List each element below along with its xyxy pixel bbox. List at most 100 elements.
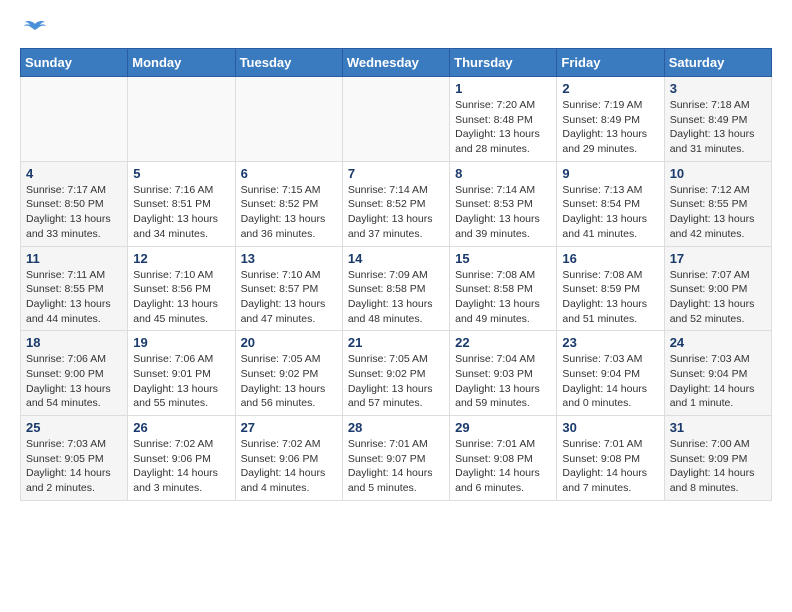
day-number: 21 — [348, 335, 444, 350]
day-number: 9 — [562, 166, 658, 181]
calendar-cell: 8Sunrise: 7:14 AMSunset: 8:53 PMDaylight… — [450, 161, 557, 246]
day-info: Sunrise: 7:05 AMSunset: 9:02 PMDaylight:… — [348, 352, 444, 411]
calendar-cell: 11 Sunrise: 7:11 AMSunset: 8:55 PMDayligh… — [21, 246, 128, 331]
day-number: 3 — [670, 81, 766, 96]
day-number: 27 — [241, 420, 337, 435]
calendar-week-row: 4Sunrise: 7:17 AMSunset: 8:50 PMDaylight… — [21, 161, 772, 246]
calendar-cell: 4Sunrise: 7:17 AMSunset: 8:50 PMDaylight… — [21, 161, 128, 246]
day-info: Sunrise: 7:20 AMSunset: 8:48 PMDaylight:… — [455, 98, 551, 157]
day-number: 22 — [455, 335, 551, 350]
day-number: 11 — [26, 251, 122, 266]
calendar-cell: 28Sunrise: 7:01 AMSunset: 9:07 PMDayligh… — [342, 416, 449, 501]
calendar-cell: 20 Sunrise: 7:05 AMSunset: 9:02 PMDayligh… — [235, 331, 342, 416]
calendar-cell — [21, 77, 128, 162]
day-info: Sunrise: 7:10 AMSunset: 8:56 PMDaylight:… — [133, 268, 229, 327]
day-number: 19 — [133, 335, 229, 350]
calendar-cell: 31 Sunrise: 7:00 AMSunset: 9:09 PMDayligh… — [664, 416, 771, 501]
calendar-cell: 23Sunrise: 7:03 AMSunset: 9:04 PMDayligh… — [557, 331, 664, 416]
calendar-cell: 29Sunrise: 7:01 AMSunset: 9:08 PMDayligh… — [450, 416, 557, 501]
calendar-week-row: 11 Sunrise: 7:11 AMSunset: 8:55 PMDayligh… — [21, 246, 772, 331]
calendar-header-row: Sunday Monday Tuesday Wednesday Thursday… — [21, 49, 772, 77]
day-info: Sunrise: 7:14 AMSunset: 8:53 PMDaylight:… — [455, 183, 551, 242]
calendar-cell: 18 Sunrise: 7:06 AMSunset: 9:00 PMDayligh… — [21, 331, 128, 416]
calendar-cell: 30 Sunrise: 7:01 AMSunset: 9:08 PMDayligh… — [557, 416, 664, 501]
day-number: 23 — [562, 335, 658, 350]
day-number: 28 — [348, 420, 444, 435]
calendar-cell — [235, 77, 342, 162]
day-number: 6 — [241, 166, 337, 181]
day-number: 18 — [26, 335, 122, 350]
day-number: 5 — [133, 166, 229, 181]
day-info: Sunrise: 7:12 AMSunset: 8:55 PMDaylight:… — [670, 183, 766, 242]
day-info: Sunrise: 7:08 AMSunset: 8:58 PMDaylight:… — [455, 268, 551, 327]
day-info: Sunrise: 7:02 AMSunset: 9:06 PMDaylight:… — [241, 437, 337, 496]
calendar-week-row: 18 Sunrise: 7:06 AMSunset: 9:00 PMDayligh… — [21, 331, 772, 416]
day-number: 12 — [133, 251, 229, 266]
calendar-cell: 1 Sunrise: 7:20 AMSunset: 8:48 PMDaylight… — [450, 77, 557, 162]
day-number: 1 — [455, 81, 551, 96]
col-tuesday: Tuesday — [235, 49, 342, 77]
day-info: Sunrise: 7:06 AMSunset: 9:00 PMDaylight:… — [26, 352, 122, 411]
calendar-week-row: 25 Sunrise: 7:03 AMSunset: 9:05 PMDayligh… — [21, 416, 772, 501]
calendar-cell: 15 Sunrise: 7:08 AMSunset: 8:58 PMDayligh… — [450, 246, 557, 331]
day-info: Sunrise: 7:03 AMSunset: 9:04 PMDaylight:… — [670, 352, 766, 411]
day-number: 2 — [562, 81, 658, 96]
day-info: Sunrise: 7:19 AMSunset: 8:49 PMDaylight:… — [562, 98, 658, 157]
day-info: Sunrise: 7:18 AMSunset: 8:49 PMDaylight:… — [670, 98, 766, 157]
calendar-cell: 12 Sunrise: 7:10 AMSunset: 8:56 PMDayligh… — [128, 246, 235, 331]
day-info: Sunrise: 7:11 AMSunset: 8:55 PMDaylight:… — [26, 268, 122, 327]
day-info: Sunrise: 7:05 AMSunset: 9:02 PMDaylight:… — [241, 352, 337, 411]
col-thursday: Thursday — [450, 49, 557, 77]
logo — [20, 20, 50, 38]
col-sunday: Sunday — [21, 49, 128, 77]
day-number: 10 — [670, 166, 766, 181]
calendar-cell: 5 Sunrise: 7:16 AMSunset: 8:51 PMDaylight… — [128, 161, 235, 246]
day-number: 4 — [26, 166, 122, 181]
calendar-cell: 25 Sunrise: 7:03 AMSunset: 9:05 PMDayligh… — [21, 416, 128, 501]
col-wednesday: Wednesday — [342, 49, 449, 77]
day-info: Sunrise: 7:16 AMSunset: 8:51 PMDaylight:… — [133, 183, 229, 242]
calendar-cell: 3 Sunrise: 7:18 AMSunset: 8:49 PMDaylight… — [664, 77, 771, 162]
col-saturday: Saturday — [664, 49, 771, 77]
day-info: Sunrise: 7:10 AMSunset: 8:57 PMDaylight:… — [241, 268, 337, 327]
calendar-cell: 13Sunrise: 7:10 AMSunset: 8:57 PMDayligh… — [235, 246, 342, 331]
day-number: 26 — [133, 420, 229, 435]
day-info: Sunrise: 7:02 AMSunset: 9:06 PMDaylight:… — [133, 437, 229, 496]
calendar-cell — [342, 77, 449, 162]
col-friday: Friday — [557, 49, 664, 77]
day-info: Sunrise: 7:04 AMSunset: 9:03 PMDaylight:… — [455, 352, 551, 411]
calendar-cell: 26 Sunrise: 7:02 AMSunset: 9:06 PMDayligh… — [128, 416, 235, 501]
calendar-cell — [128, 77, 235, 162]
day-info: Sunrise: 7:01 AMSunset: 9:08 PMDaylight:… — [455, 437, 551, 496]
day-info: Sunrise: 7:08 AMSunset: 8:59 PMDaylight:… — [562, 268, 658, 327]
day-info: Sunrise: 7:06 AMSunset: 9:01 PMDaylight:… — [133, 352, 229, 411]
logo-bird-icon — [23, 20, 47, 38]
day-number: 15 — [455, 251, 551, 266]
calendar-cell: 10 Sunrise: 7:12 AMSunset: 8:55 PMDayligh… — [664, 161, 771, 246]
day-number: 24 — [670, 335, 766, 350]
logo-container — [20, 20, 50, 38]
calendar-cell: 16 Sunrise: 7:08 AMSunset: 8:59 PMDayligh… — [557, 246, 664, 331]
day-number: 20 — [241, 335, 337, 350]
calendar-cell: 27 Sunrise: 7:02 AMSunset: 9:06 PMDayligh… — [235, 416, 342, 501]
calendar-cell: 6 Sunrise: 7:15 AMSunset: 8:52 PMDaylight… — [235, 161, 342, 246]
day-number: 31 — [670, 420, 766, 435]
day-number: 25 — [26, 420, 122, 435]
day-info: Sunrise: 7:01 AMSunset: 9:08 PMDaylight:… — [562, 437, 658, 496]
day-info: Sunrise: 7:09 AMSunset: 8:58 PMDaylight:… — [348, 268, 444, 327]
calendar-table: Sunday Monday Tuesday Wednesday Thursday… — [20, 48, 772, 501]
day-info: Sunrise: 7:00 AMSunset: 9:09 PMDaylight:… — [670, 437, 766, 496]
day-info: Sunrise: 7:15 AMSunset: 8:52 PMDaylight:… — [241, 183, 337, 242]
calendar-cell: 2 Sunrise: 7:19 AMSunset: 8:49 PMDaylight… — [557, 77, 664, 162]
day-info: Sunrise: 7:13 AMSunset: 8:54 PMDaylight:… — [562, 183, 658, 242]
col-monday: Monday — [128, 49, 235, 77]
calendar-cell: 17Sunrise: 7:07 AMSunset: 9:00 PMDayligh… — [664, 246, 771, 331]
day-number: 16 — [562, 251, 658, 266]
day-number: 14 — [348, 251, 444, 266]
calendar-cell: 14 Sunrise: 7:09 AMSunset: 8:58 PMDayligh… — [342, 246, 449, 331]
day-info: Sunrise: 7:03 AMSunset: 9:05 PMDaylight:… — [26, 437, 122, 496]
day-info: Sunrise: 7:07 AMSunset: 9:00 PMDaylight:… — [670, 268, 766, 327]
calendar-cell: 9 Sunrise: 7:13 AMSunset: 8:54 PMDaylight… — [557, 161, 664, 246]
day-number: 30 — [562, 420, 658, 435]
calendar-cell: 22 Sunrise: 7:04 AMSunset: 9:03 PMDayligh… — [450, 331, 557, 416]
